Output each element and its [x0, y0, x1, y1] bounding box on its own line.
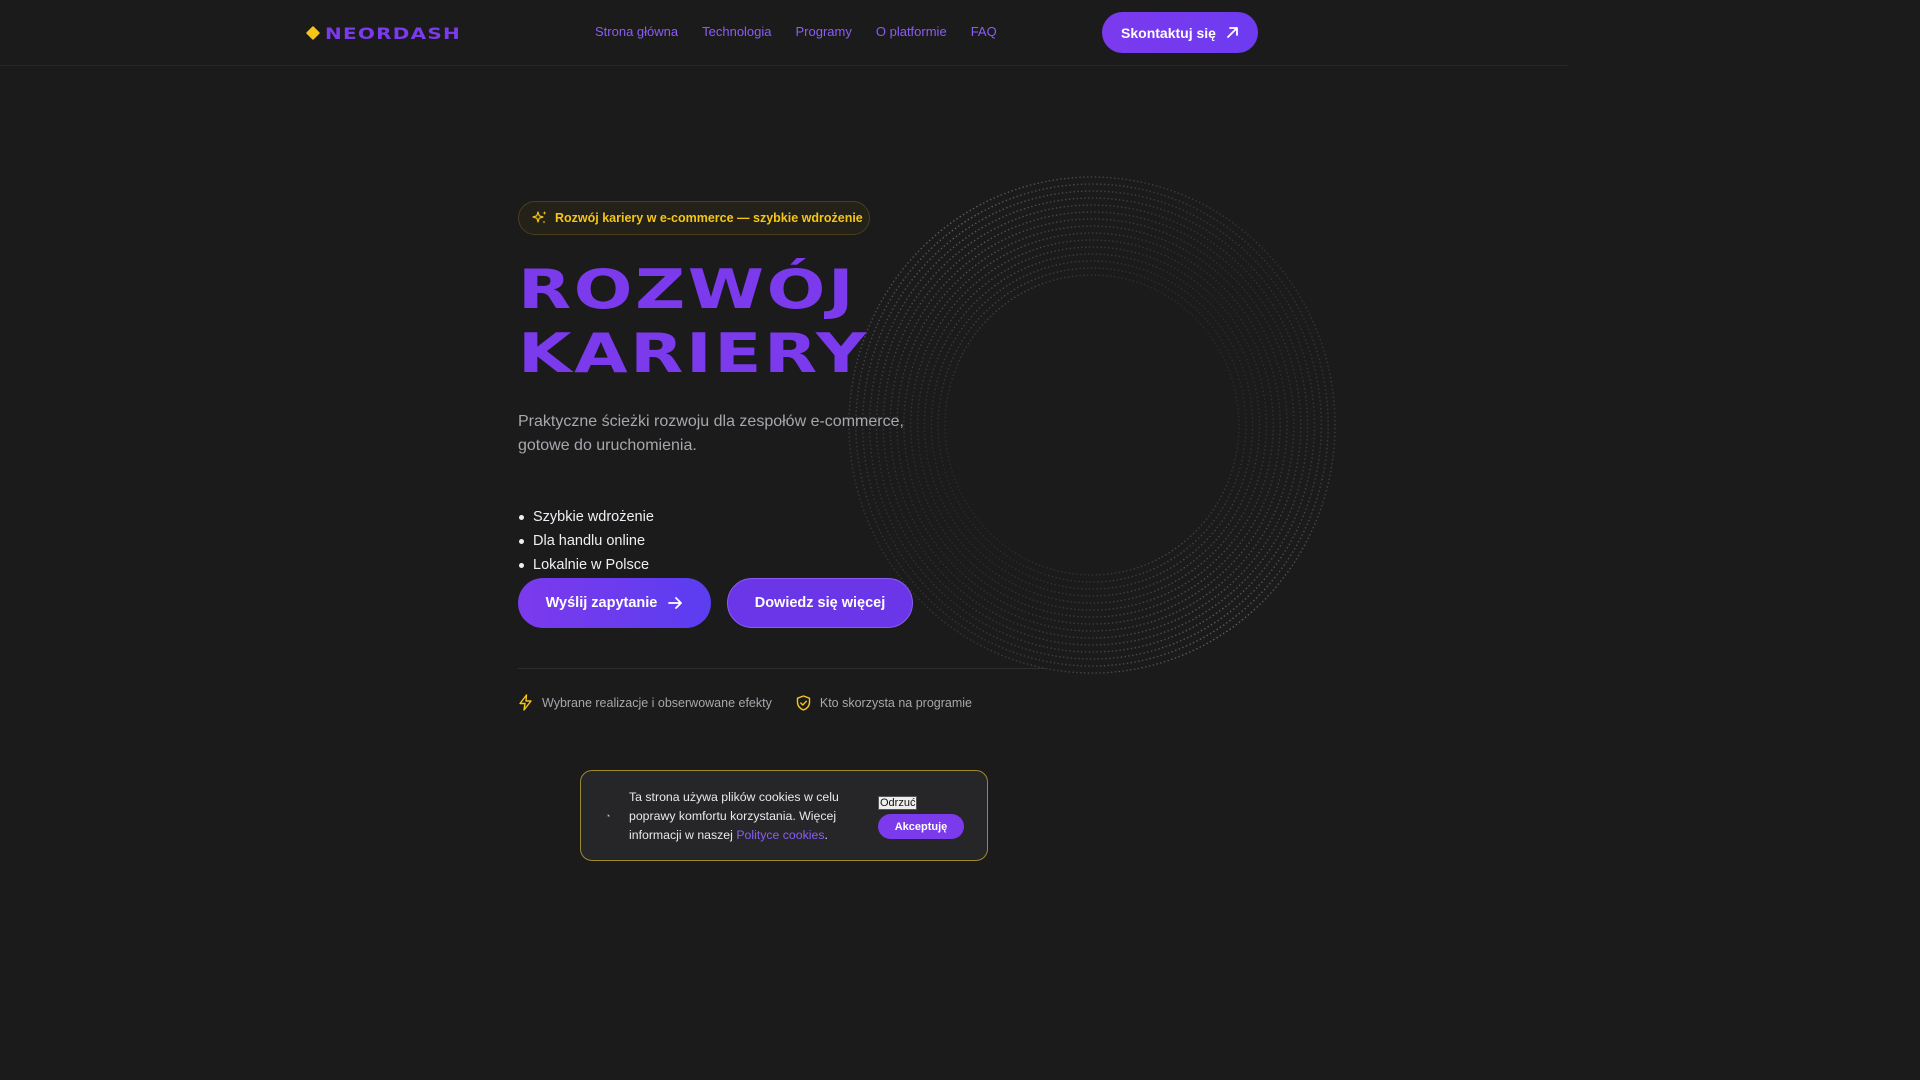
hero-subtitle: Praktyczne ścieżki rozwoju dla zespołów … [518, 413, 904, 454]
trust-item-audience[interactable]: Kto skorzysta na programie [796, 694, 973, 711]
trust-item-label: Kto skorzysta na programie [819, 695, 973, 710]
feature-item: Dla handlu online [518, 529, 654, 553]
diamond-icon [305, 25, 321, 41]
accept-cookies-label: Akceptuję [894, 820, 948, 833]
cookie-policy-link[interactable]: Polityce cookies [736, 828, 824, 842]
hero-title-line-1: ROZWÓJ [518, 258, 857, 321]
lightning-icon [519, 694, 532, 711]
cookie-suffix: . [824, 828, 828, 842]
feature-list: Szybkie wdrożenie Dla handlu online Loka… [518, 505, 654, 577]
trust-row: Wybrane realizacje i obserwowane efekty … [518, 694, 972, 711]
contact-button-label: Skontaktuj się [1121, 24, 1216, 41]
learn-more-label: Dowiedz się więcej [754, 595, 886, 611]
feature-item: Szybkie wdrożenie [518, 505, 654, 529]
logo[interactable]: NEORDASH [305, 22, 460, 44]
learn-more-button[interactable]: Dowiedz się więcej [727, 578, 913, 628]
reject-cookies-button[interactable]: Odrzuć [878, 796, 918, 810]
site-header: NEORDASH Strona główna Technologia Progr… [0, 0, 1568, 66]
hero-title-line-2: KARIERY [518, 322, 869, 385]
hero-badge-text: Rozwój kariery w e-commerce — szybkie wd… [555, 211, 863, 225]
send-inquiry-label: Wyślij zapytanie [545, 595, 658, 611]
cookie-banner: ◔ Ta strona używa plików cookies w celu … [580, 770, 988, 861]
trust-item-results[interactable]: Wybrane realizacje i obserwowane efekty [518, 694, 772, 711]
contact-button[interactable]: Skontaktuj się [1102, 12, 1258, 53]
cookie-icon: ◔ [605, 811, 611, 821]
feature-item: Lokalnie w Polsce [518, 553, 654, 577]
arrow-right-icon [668, 597, 683, 609]
divider [518, 668, 1048, 669]
accept-cookies-button[interactable]: Akceptuję [878, 814, 964, 839]
main-nav: Strona główna Technologia Programy O pla… [595, 24, 997, 39]
trust-item-label: Wybrane realizacje i obserwowane efekty [542, 695, 772, 710]
nav-item-technology[interactable]: Technologia [702, 24, 771, 39]
send-inquiry-button[interactable]: Wyślij zapytanie [518, 578, 711, 628]
logo-text: NEORDASH [325, 23, 462, 43]
nav-item-faq[interactable]: FAQ [971, 24, 997, 39]
cookie-text: Ta strona używa plików cookies w celu po… [629, 788, 861, 845]
shield-check-icon [796, 694, 811, 711]
sparkles-icon [532, 211, 547, 224]
hero-badge: Rozwój kariery w e-commerce — szybkie wd… [518, 201, 870, 235]
nav-item-about[interactable]: O platformie [876, 24, 947, 39]
arrow-up-right-icon [1227, 27, 1238, 38]
nav-item-programs[interactable]: Programy [796, 24, 852, 39]
nav-item-home[interactable]: Strona główna [595, 24, 678, 39]
hero-title: ROZWÓJ KARIERY [518, 258, 869, 386]
